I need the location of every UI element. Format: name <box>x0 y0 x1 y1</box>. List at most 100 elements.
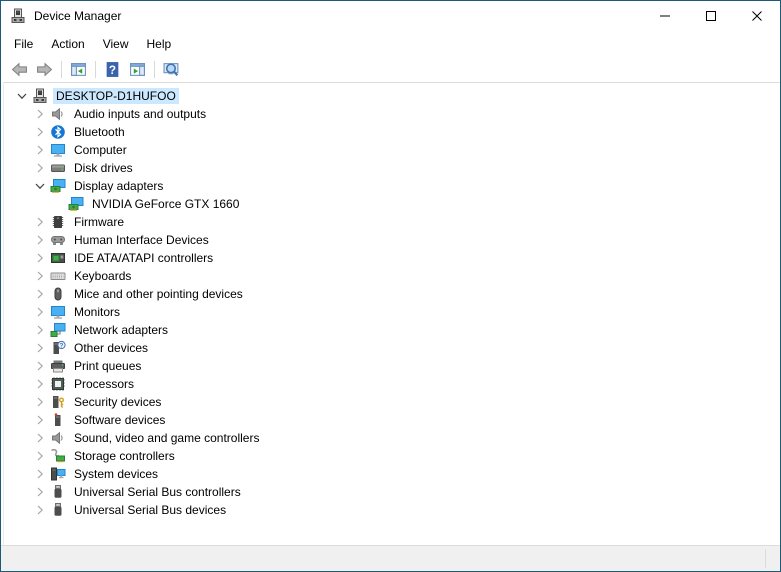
tree-item-label: Processors <box>74 377 135 391</box>
chevron-right-icon[interactable] <box>32 484 48 500</box>
tree-item-label: Mice and other pointing devices <box>74 287 243 301</box>
chevron-right-icon[interactable] <box>32 304 48 320</box>
tree-item-sound-video-and-game-controllers[interactable]: Sound, video and game controllers <box>4 429 780 447</box>
tree-item-keyboards[interactable]: Keyboards <box>4 267 780 285</box>
chevron-right-icon[interactable] <box>32 322 48 338</box>
chevron-right-icon[interactable] <box>32 340 48 356</box>
system-icon <box>50 466 66 482</box>
title-bar: Device Manager <box>1 1 780 31</box>
chevron-right-icon[interactable] <box>32 232 48 248</box>
chevron-right-icon[interactable] <box>32 250 48 266</box>
audio-icon <box>50 430 66 446</box>
chevron-right-icon[interactable] <box>32 268 48 284</box>
tree-item-label: Sound, video and game controllers <box>74 431 260 445</box>
resize-grip[interactable] <box>765 549 766 568</box>
tree-item-label: Bluetooth <box>74 125 125 139</box>
tree-item-network-adapters[interactable]: Network adapters <box>4 321 780 339</box>
tree-item-label: System devices <box>74 467 159 481</box>
window-controls <box>642 1 780 31</box>
tree-item-other-devices[interactable]: ? Other devices <box>4 339 780 357</box>
tree-item-human-interface-devices[interactable]: Human Interface Devices <box>4 231 780 249</box>
tree-item-security-devices[interactable]: Security devices <box>4 393 780 411</box>
usb-icon <box>50 502 66 518</box>
window-title: Device Manager <box>34 9 122 23</box>
properties-button[interactable] <box>125 58 150 81</box>
tree-item-label: NVIDIA GeForce GTX 1660 <box>92 197 240 211</box>
device-tree: DESKTOP-D1HUFOO Audio inputs and outputs B… <box>3 82 780 545</box>
scan-for-hardware-changes-button[interactable] <box>159 58 184 81</box>
display-adapter-icon <box>68 196 84 212</box>
tree-item-universal-serial-bus-devices[interactable]: Universal Serial Bus devices <box>4 501 780 519</box>
menu-item-action[interactable]: Action <box>42 33 93 55</box>
chevron-right-icon[interactable] <box>32 214 48 230</box>
chevron-right-icon[interactable] <box>32 448 48 464</box>
maximize-icon <box>706 11 716 21</box>
disk-icon <box>50 160 66 176</box>
tree-item-firmware[interactable]: Firmware <box>4 213 780 231</box>
tree-item-desktop-d1hufoo[interactable]: DESKTOP-D1HUFOO <box>4 87 780 105</box>
tree-item-label: Keyboards <box>74 269 132 283</box>
tree-item-computer[interactable]: Computer <box>4 141 780 159</box>
tree-item-label: Network adapters <box>74 323 169 337</box>
close-button[interactable] <box>734 1 780 31</box>
tree-item-system-devices[interactable]: System devices <box>4 465 780 483</box>
chevron-right-icon[interactable] <box>32 142 48 158</box>
tree-item-mice-and-other-pointing-devices[interactable]: Mice and other pointing devices <box>4 285 780 303</box>
tree-item-audio-inputs-and-outputs[interactable]: Audio inputs and outputs <box>4 105 780 123</box>
chevron-right-icon[interactable] <box>32 286 48 302</box>
tree-item-storage-controllers[interactable]: Storage controllers <box>4 447 780 465</box>
back-button[interactable] <box>7 58 32 81</box>
tree-item-label: Human Interface Devices <box>74 233 209 247</box>
chevron-right-icon[interactable] <box>32 394 48 410</box>
console-tree-icon <box>70 61 87 78</box>
chevron-right-icon[interactable] <box>32 124 48 140</box>
tree-item-label: Software devices <box>74 413 166 427</box>
computer-icon <box>32 88 48 104</box>
chevron-right-icon[interactable] <box>32 358 48 374</box>
svg-text:?: ? <box>60 342 64 349</box>
show-console-tree-button[interactable] <box>66 58 91 81</box>
chevron-down-icon[interactable] <box>32 178 48 194</box>
tree-item-label: Display adapters <box>74 179 164 193</box>
tree-item-disk-drives[interactable]: Disk drives <box>4 159 780 177</box>
tree-item-processors[interactable]: Processors <box>4 375 780 393</box>
chevron-right-icon[interactable] <box>32 106 48 122</box>
tree-item-print-queues[interactable]: Print queues <box>4 357 780 375</box>
tree-item-label: IDE ATA/ATAPI controllers <box>74 251 214 265</box>
menu-item-help[interactable]: Help <box>138 33 181 55</box>
storage-icon <box>50 448 66 464</box>
tree-item-software-devices[interactable]: Software devices <box>4 411 780 429</box>
chevron-down-icon[interactable] <box>14 88 30 104</box>
toolbar-separator <box>95 60 96 78</box>
minimize-button[interactable] <box>642 1 688 31</box>
security-icon <box>50 394 66 410</box>
tree-item-nvidia-geforce-gtx-1660[interactable]: NVIDIA GeForce GTX 1660 <box>4 195 780 213</box>
tree-item-bluetooth[interactable]: Bluetooth <box>4 123 780 141</box>
chevron-right-icon[interactable] <box>32 502 48 518</box>
help-button[interactable]: ? <box>100 58 125 81</box>
scan-icon <box>163 61 180 78</box>
menu-bar: File Action View Help <box>1 31 780 56</box>
chevron-right-icon[interactable] <box>32 376 48 392</box>
maximize-button[interactable] <box>688 1 734 31</box>
chevron-right-icon[interactable] <box>32 412 48 428</box>
tree-item-label: Universal Serial Bus controllers <box>74 485 241 499</box>
menu-item-view[interactable]: View <box>94 33 138 55</box>
tree-item-ide-ata-atapi-controllers[interactable]: IDE ATA/ATAPI controllers <box>4 249 780 267</box>
menu-item-file[interactable]: File <box>5 33 42 55</box>
chevron-right-icon[interactable] <box>32 466 48 482</box>
tree-item-label: Storage controllers <box>74 449 175 463</box>
processor-icon <box>50 376 66 392</box>
keyboard-icon <box>50 268 66 284</box>
chevron-right-icon[interactable] <box>32 160 48 176</box>
network-icon <box>50 322 66 338</box>
tree-item-universal-serial-bus-controllers[interactable]: Universal Serial Bus controllers <box>4 483 780 501</box>
chevron-right-icon[interactable] <box>32 430 48 446</box>
tree-item-monitors[interactable]: Monitors <box>4 303 780 321</box>
tree-item-display-adapters[interactable]: Display adapters <box>4 177 780 195</box>
forward-button[interactable] <box>32 58 57 81</box>
tree-item-label: Firmware <box>74 215 124 229</box>
tree-item-label: Monitors <box>74 305 121 319</box>
svg-text:?: ? <box>109 63 116 76</box>
